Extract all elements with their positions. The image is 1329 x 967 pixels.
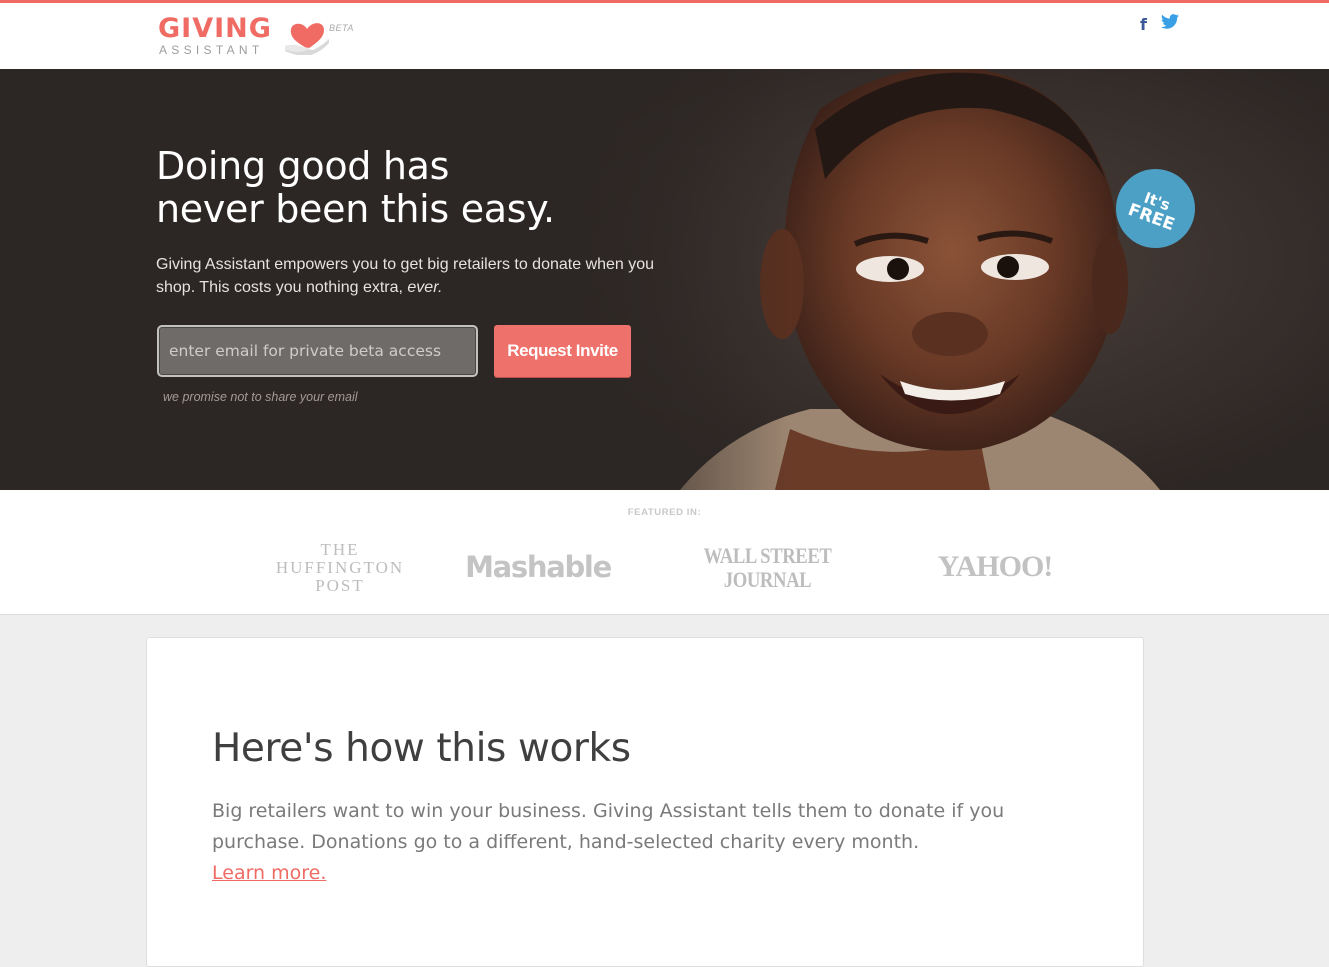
huffington-line-1: THE [320,540,360,559]
featured-in-section: FEATURED IN: THE HUFFINGTON POST Mashabl… [0,490,1329,615]
facebook-icon[interactable]: f [1140,15,1147,34]
hero-section: Doing good has never been this easy. Giv… [0,69,1329,490]
headline-line-2: never been this easy. [156,187,555,231]
wsj-line-2: JOURNAL [723,567,812,592]
request-invite-button[interactable]: Request Invite [494,325,631,377]
email-input[interactable] [157,325,478,377]
learn-more-link[interactable]: Learn more. [212,862,326,884]
hero-headline: Doing good has never been this easy. [156,145,716,231]
social-links: f [1140,14,1189,34]
lead-emphasis: ever. [407,279,443,296]
logo[interactable]: GIVING ASSISTANT BETA [158,15,358,61]
beta-badge: BETA [329,23,354,33]
twitter-icon[interactable] [1161,14,1180,34]
how-it-works-body: Big retailers want to win your business.… [212,796,1072,889]
site-header: GIVING ASSISTANT BETA f [0,3,1329,69]
privacy-note: we promise not to share your email [163,390,358,404]
logo-word-giving: GIVING [158,13,272,44]
huffington-line-3: POST [315,576,365,595]
heart-hand-icon [285,23,329,55]
how-it-works-text: Big retailers want to win your business.… [212,800,1005,853]
how-it-works-card: Here's how this works Big retailers want… [146,637,1144,967]
how-it-works-title: Here's how this works [212,726,631,771]
huffington-line-2: HUFFINGTON [275,558,405,577]
mashable-logo: Mashable [465,550,612,584]
logo-word-assistant: ASSISTANT [159,43,264,57]
yahoo-logo: YAHOO! [937,550,1054,583]
wall-street-journal-logo: WALL STREET JOURNAL [702,544,834,592]
featured-label: FEATURED IN: [627,507,702,518]
huffington-post-logo: THE HUFFINGTON POST [260,541,420,595]
lead-text: Giving Assistant empowers you to get big… [156,256,655,296]
hero-lead-text: Giving Assistant empowers you to get big… [156,253,676,299]
headline-line-1: Doing good has [156,144,450,188]
wsj-line-1: WALL STREET [703,543,832,568]
